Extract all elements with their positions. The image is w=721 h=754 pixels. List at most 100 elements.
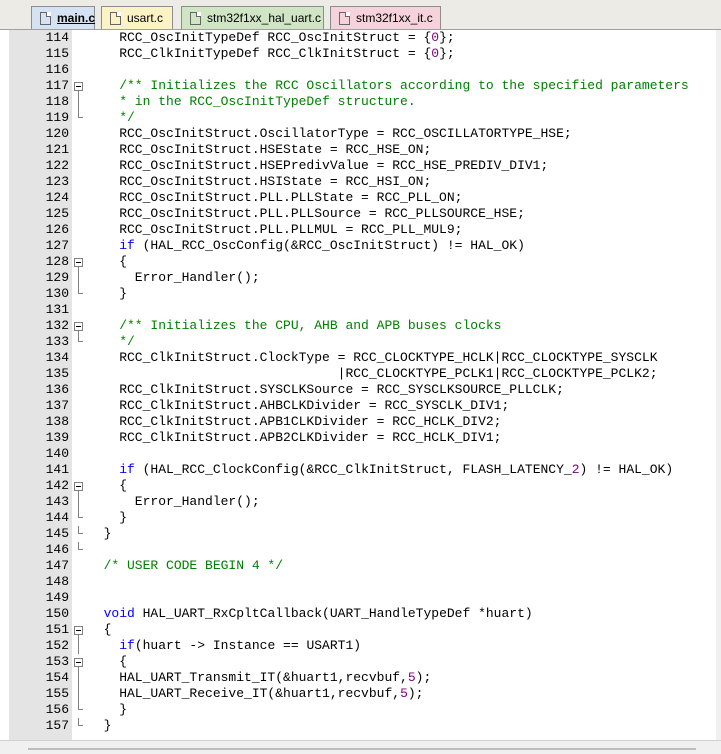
tab-main-c[interactable]: main.c (31, 6, 95, 29)
number-token: 0 (431, 46, 440, 61)
code-line[interactable]: 156 } (0, 702, 721, 718)
code-line[interactable]: 128 { (0, 254, 721, 270)
code-line[interactable]: 152 if(huart -> Instance == USART1) (0, 638, 721, 654)
number-token: 2 (571, 462, 580, 477)
line-number: 126 (45, 222, 69, 237)
code-line[interactable]: 138 RCC_ClkInitStruct.APB1CLKDivider = R… (0, 414, 721, 430)
code-line[interactable]: 144 } (0, 510, 721, 526)
code-text: } (88, 510, 127, 526)
code-line[interactable]: 134 RCC_ClkInitStruct.ClockType = RCC_CL… (0, 350, 721, 366)
vertical-scrollbar[interactable] (716, 30, 721, 740)
code-token: { (88, 622, 112, 637)
code-line[interactable]: 136 RCC_ClkInitStruct.SYSCLKSource = RCC… (0, 382, 721, 398)
keyword-token: void (103, 606, 135, 621)
code-token: { (88, 478, 128, 493)
code-line[interactable]: 140 (0, 446, 721, 462)
line-number: 142 (45, 478, 69, 493)
code-line[interactable]: 153 { (0, 654, 721, 670)
code-token: } (88, 286, 128, 301)
code-line[interactable]: 122 RCC_OscInitStruct.HSEPredivValue = R… (0, 158, 721, 174)
tab-label: usart.c (127, 11, 164, 25)
fold-toggle-icon[interactable] (74, 482, 83, 491)
code-line[interactable]: 119 */ (0, 110, 721, 126)
code-text: RCC_OscInitTypeDef RCC_OscInitStruct = {… (88, 30, 454, 46)
code-line[interactable]: 115 RCC_ClkInitTypeDef RCC_ClkInitStruct… (0, 46, 721, 62)
line-number: 144 (45, 510, 69, 525)
code-line[interactable]: 117 /** Initializes the RCC Oscillators … (0, 78, 721, 94)
fold-guide (78, 638, 79, 654)
code-token: (HAL_RCC_ClockConfig(&RCC_ClkInitStruct,… (134, 462, 572, 477)
code-line[interactable]: 142 { (0, 478, 721, 494)
code-editor[interactable]: 114 RCC_OscInitTypeDef RCC_OscInitStruct… (0, 30, 721, 740)
code-line[interactable]: 130 } (0, 286, 721, 302)
file-icon (190, 11, 201, 25)
code-line[interactable]: 141 if (HAL_RCC_ClockConfig(&RCC_ClkInit… (0, 462, 721, 478)
code-line[interactable]: 127 if (HAL_RCC_OscConfig(&RCC_OscInitSt… (0, 238, 721, 254)
line-number: 122 (45, 158, 69, 173)
fold-guide (78, 94, 79, 110)
code-text: HAL_UART_Receive_IT(&huart1,recvbuf,5); (88, 686, 423, 702)
line-number: 133 (45, 334, 69, 349)
code-token: RCC_ClkInitStruct.ClockType = RCC_CLOCKT… (88, 350, 658, 365)
fold-end-guide (78, 718, 83, 726)
tab-stm32f1xx-it-c[interactable]: stm32f1xx_it.c (330, 6, 441, 29)
line-number: 145 (45, 526, 69, 541)
code-line[interactable]: 129 Error_Handler(); (0, 270, 721, 286)
code-line[interactable]: 123 RCC_OscInitStruct.HSIState = RCC_HSI… (0, 174, 721, 190)
horizontal-scroll-thumb[interactable] (28, 748, 696, 750)
code-line[interactable]: 147 /* USER CODE BEGIN 4 */ (0, 558, 721, 574)
tab-usart-c[interactable]: usart.c (101, 6, 173, 29)
line-number: 149 (45, 590, 69, 605)
line-number: 131 (45, 302, 69, 317)
code-line[interactable]: 146 (0, 542, 721, 558)
code-text: RCC_ClkInitStruct.SYSCLKSource = RCC_SYS… (88, 382, 564, 398)
code-line[interactable]: 121 RCC_OscInitStruct.HSEState = RCC_HSE… (0, 142, 721, 158)
code-line[interactable]: 132 /** Initializes the CPU, AHB and APB… (0, 318, 721, 334)
code-token: } (88, 702, 128, 717)
code-line[interactable]: 150 void HAL_UART_RxCpltCallback(UART_Ha… (0, 606, 721, 622)
code-line[interactable]: 155 HAL_UART_Receive_IT(&huart1,recvbuf,… (0, 686, 721, 702)
code-token: ); (415, 670, 432, 685)
line-number: 152 (45, 638, 69, 653)
code-line[interactable]: 149 (0, 590, 721, 606)
line-number: 143 (45, 494, 69, 509)
keyword-token: if (119, 462, 135, 477)
code-token: RCC_OscInitStruct.HSEState = RCC_HSE_ON; (88, 142, 432, 157)
tab-stm32f1xx-hal-uart-c[interactable]: stm32f1xx_hal_uart.c (181, 6, 324, 29)
fold-end-guide (78, 286, 83, 294)
fold-toggle-icon[interactable] (74, 322, 83, 331)
code-line[interactable]: 133 */ (0, 334, 721, 350)
code-line[interactable]: 154 HAL_UART_Transmit_IT(&huart1,recvbuf… (0, 670, 721, 686)
code-line[interactable]: 135 |RCC_CLOCKTYPE_PCLK1|RCC_CLOCKTYPE_P… (0, 366, 721, 382)
code-line[interactable]: 143 Error_Handler(); (0, 494, 721, 510)
horizontal-scrollbar[interactable] (0, 740, 721, 754)
fold-guide (78, 270, 79, 286)
fold-end-guide (78, 110, 83, 118)
code-text: HAL_UART_Transmit_IT(&huart1,recvbuf,5); (88, 670, 431, 686)
code-line[interactable]: 126 RCC_OscInitStruct.PLL.PLLMUL = RCC_P… (0, 222, 721, 238)
code-line[interactable]: 151 { (0, 622, 721, 638)
line-number: 136 (45, 382, 69, 397)
code-line[interactable]: 148 (0, 574, 721, 590)
code-line[interactable]: 125 RCC_OscInitStruct.PLL.PLLSource = RC… (0, 206, 721, 222)
code-text: { (88, 254, 127, 270)
code-token: RCC_ClkInitStruct.APB2CLKDivider = RCC_H… (88, 430, 502, 445)
code-line[interactable]: 120 RCC_OscInitStruct.OscillatorType = R… (0, 126, 721, 142)
fold-toggle-icon[interactable] (74, 258, 83, 267)
code-line[interactable]: 116 (0, 62, 721, 78)
line-number: 156 (45, 702, 69, 717)
code-line[interactable]: 145 } (0, 526, 721, 542)
code-text: /** Initializes the RCC Oscillators acco… (88, 78, 689, 94)
code-line[interactable]: 139 RCC_ClkInitStruct.APB2CLKDivider = R… (0, 430, 721, 446)
code-text: RCC_ClkInitStruct.ClockType = RCC_CLOCKT… (88, 350, 658, 366)
fold-toggle-icon[interactable] (74, 82, 83, 91)
code-line[interactable]: 118 * in the RCC_OscInitTypeDef structur… (0, 94, 721, 110)
fold-toggle-icon[interactable] (74, 626, 83, 635)
code-line[interactable]: 157 } (0, 718, 721, 734)
code-line[interactable]: 137 RCC_ClkInitStruct.AHBCLKDivider = RC… (0, 398, 721, 414)
code-line[interactable]: 114 RCC_OscInitTypeDef RCC_OscInitStruct… (0, 30, 721, 46)
code-line[interactable]: 131 (0, 302, 721, 318)
code-line[interactable]: 124 RCC_OscInitStruct.PLL.PLLState = RCC… (0, 190, 721, 206)
fold-toggle-icon[interactable] (74, 658, 83, 667)
fold-end-guide (78, 542, 83, 550)
